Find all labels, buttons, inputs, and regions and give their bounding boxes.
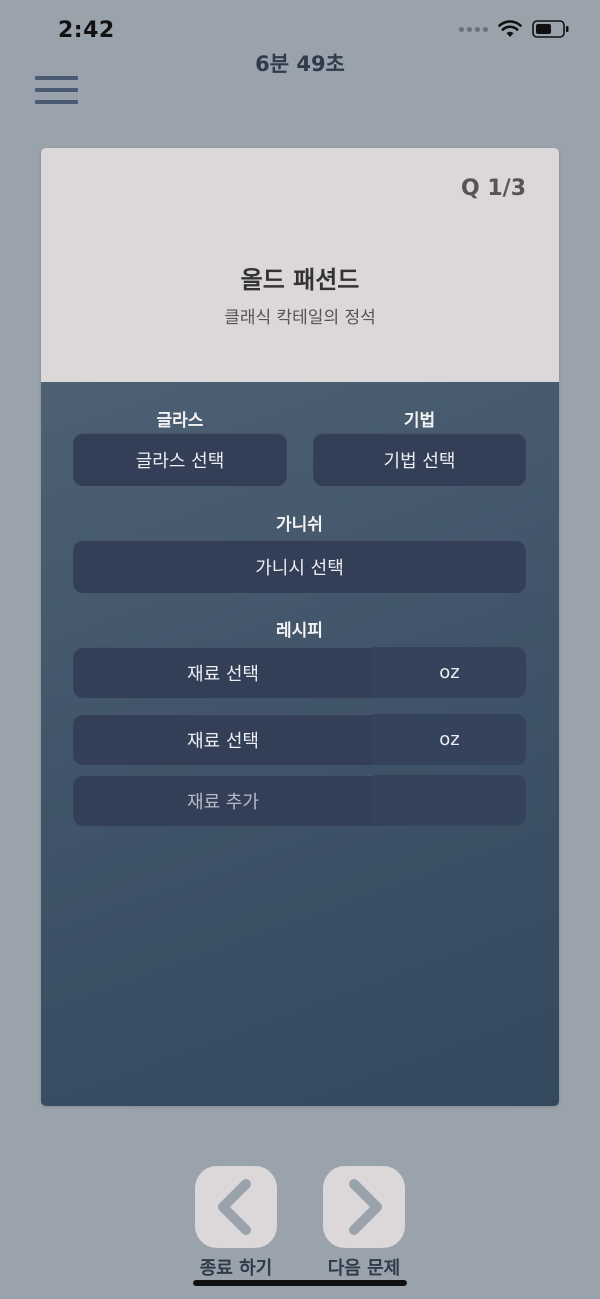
cocktail-description: 클래식 칵테일의 정석 <box>224 308 376 328</box>
quit-button[interactable] <box>195 1166 277 1248</box>
garnish-label: 가니쉬 <box>276 515 323 535</box>
hamburger-menu-icon[interactable] <box>35 76 78 104</box>
recipe-row: 재료 선택 oz <box>73 647 526 698</box>
battery-icon <box>532 20 569 38</box>
glass-select-button[interactable]: 글라스 선택 <box>73 433 287 486</box>
next-question-button[interactable] <box>323 1166 405 1248</box>
amount-input[interactable]: oz <box>373 647 526 698</box>
recipe-row: 재료 선택 oz <box>73 714 526 765</box>
amount-input[interactable]: oz <box>373 714 526 765</box>
garnish-select-button[interactable]: 가니시 선택 <box>73 540 526 593</box>
quit-label[interactable]: 종료 하기 <box>176 1254 296 1280</box>
ingredient-select-button[interactable]: 재료 선택 <box>73 714 373 765</box>
chevron-left-icon <box>218 1179 251 1235</box>
glass-label: 글라스 <box>156 411 204 431</box>
status-indicators <box>459 20 570 38</box>
method-label: 기법 <box>403 411 436 431</box>
add-ingredient-button[interactable]: 재료 추가 <box>73 775 373 826</box>
chevron-right-icon <box>349 1179 382 1235</box>
ingredient-select-button[interactable]: 재료 선택 <box>73 647 373 698</box>
cellular-signal-icon <box>459 26 488 32</box>
add-ingredient-row[interactable]: 재료 추가 <box>73 775 526 826</box>
quiz-timer: 6분 49초 <box>255 52 345 76</box>
answer-form: 글라스 글라스 선택 기법 기법 선택 가니쉬 가니시 선택 레시피 재료 선택… <box>41 382 559 1106</box>
wifi-icon <box>498 20 522 37</box>
question-counter: Q 1/3 <box>460 176 526 201</box>
cocktail-name: 올드 패션드 <box>240 266 360 294</box>
method-select-button[interactable]: 기법 선택 <box>313 433 526 486</box>
question-header: Q 1/3 올드 패션드 클래식 칵테일의 정석 <box>41 148 559 382</box>
add-ingredient-amount-slot <box>373 775 526 826</box>
quiz-card: Q 1/3 올드 패션드 클래식 칵테일의 정석 글라스 글라스 선택 기법 기… <box>41 148 559 1106</box>
recipe-label: 레시피 <box>276 621 323 641</box>
home-indicator[interactable] <box>193 1280 407 1286</box>
status-time: 2:42 <box>58 18 115 43</box>
next-question-label[interactable]: 다음 문제 <box>304 1254 424 1280</box>
